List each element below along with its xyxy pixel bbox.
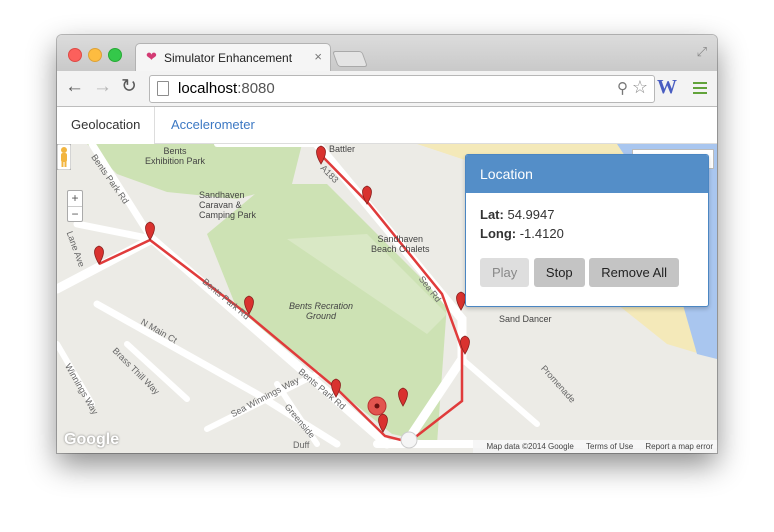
tab-geolocation[interactable]: Geolocation: [57, 107, 156, 144]
address-bar[interactable]: localhost:8080 ⚲ ☆: [149, 75, 655, 103]
longitude-value: -1.4120: [519, 226, 564, 241]
map[interactable]: Bents Exhibition Park Sandhaven Caravan …: [57, 144, 717, 453]
location-panel: Location Lat: 54.9947 Long: -1.4120 Play…: [465, 154, 709, 307]
url-text: localhost:8080: [178, 80, 275, 97]
reload-icon[interactable]: ↻: [121, 76, 137, 98]
tab-strip: ❤ Simulator Enhancement × ⤢: [57, 35, 717, 72]
new-tab-button[interactable]: [332, 51, 368, 67]
remove-all-button[interactable]: Remove All: [589, 258, 680, 287]
report-map-error-link[interactable]: Report a map error: [645, 442, 713, 451]
current-location-dot: [374, 403, 380, 409]
map-label-sand-dancer: Sand Dancer: [499, 314, 552, 324]
tab-close-icon[interactable]: ×: [314, 49, 322, 64]
road-label-duff: Duff: [293, 440, 310, 450]
back-icon[interactable]: ←: [65, 76, 84, 98]
stop-button[interactable]: Stop: [533, 258, 585, 287]
map-label-bents-park: Bents Exhibition Park: [145, 146, 206, 166]
location-panel-body: Lat: 54.9947 Long: -1.4120 Play Stop Rem…: [466, 193, 708, 287]
tab-title: Simulator Enhancement: [164, 51, 293, 65]
location-panel-buttons: Play Stop Remove All: [480, 258, 694, 287]
longitude-label: Long:: [480, 226, 517, 241]
menu-icon[interactable]: [693, 82, 707, 94]
window-maximize-button[interactable]: [108, 48, 122, 62]
map-label-sandhaven-chalets: Sandhaven Beach Chalets: [371, 234, 430, 254]
location-panel-title: Location: [466, 155, 708, 193]
longitude-row: Long: -1.4120: [480, 226, 694, 245]
zoom-in-button[interactable]: +: [68, 191, 82, 207]
map-label-sandhaven-caravan: Sandhaven Caravan & Camping Park: [199, 190, 257, 220]
browser-tab[interactable]: ❤ Simulator Enhancement ×: [135, 43, 331, 72]
map-attribution: Map data ©2014 Google Terms of Use Repor…: [472, 440, 717, 453]
latitude-value: 54.9947: [507, 207, 555, 222]
zoom-icon[interactable]: ⚲: [617, 79, 628, 97]
google-logo: Google: [64, 431, 120, 448]
fullscreen-icon[interactable]: ⤢: [697, 44, 707, 60]
window-close-button[interactable]: [68, 48, 82, 62]
pegman-icon[interactable]: [57, 144, 71, 170]
latitude-label: Lat:: [480, 207, 504, 222]
play-button[interactable]: Play: [480, 258, 530, 287]
browser-toolbar: ← → ↻ localhost:8080 ⚲ ☆ W: [57, 71, 717, 107]
terms-of-use-link[interactable]: Terms of Use: [586, 442, 633, 451]
map-label-recreation-ground: Bents Recration Ground: [289, 301, 354, 321]
page-icon: [157, 81, 169, 96]
heart-icon: ❤: [146, 49, 157, 64]
forward-icon[interactable]: →: [93, 76, 112, 98]
app-content: Geolocation Accelerometer Bents Exhibiti…: [57, 107, 717, 453]
zoom-out-button[interactable]: −: [68, 207, 82, 222]
tab-accelerometer[interactable]: Accelerometer: [157, 107, 269, 143]
extension-w-icon[interactable]: W: [657, 76, 677, 99]
browser-window: ❤ Simulator Enhancement × ⤢ ← → ↻ localh…: [57, 35, 717, 453]
bookmark-star-icon[interactable]: ☆: [632, 77, 648, 98]
app-tabs: Geolocation Accelerometer: [57, 107, 717, 144]
roundabout: [400, 431, 418, 449]
zoom-control: + −: [67, 190, 83, 222]
window-minimize-button[interactable]: [88, 48, 102, 62]
map-label-battler: Battler: [329, 144, 356, 154]
map-data-text: Map data ©2014 Google: [486, 442, 574, 451]
latitude-row: Lat: 54.9947: [480, 207, 694, 226]
